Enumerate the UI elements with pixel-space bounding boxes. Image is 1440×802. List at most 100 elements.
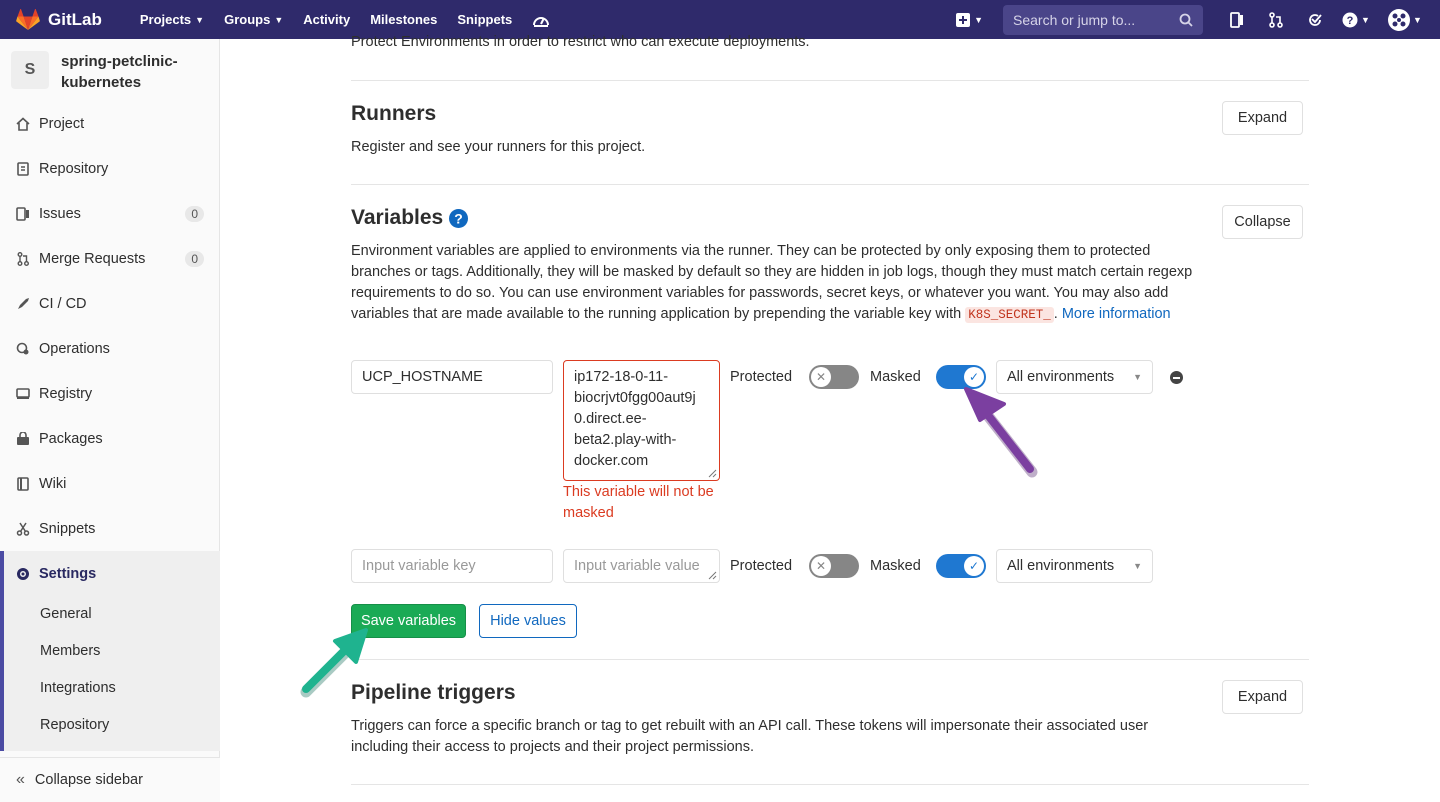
protected-label: Protected — [730, 369, 793, 385]
search-icon — [1179, 13, 1193, 27]
merge-icon — [16, 251, 30, 266]
sidebar-item-merge-requests[interactable]: Merge Requests 0 — [0, 236, 220, 281]
new-variable-key-input[interactable]: Input variable key — [351, 549, 553, 583]
sidebar-item-packages[interactable]: Packages — [0, 416, 220, 461]
settings-sub-repository[interactable]: Repository — [40, 717, 109, 733]
protected-toggle[interactable]: ✕ — [809, 365, 859, 389]
save-variables-button[interactable]: Save variables — [351, 604, 466, 638]
help-icon[interactable]: ? — [449, 208, 469, 228]
masked-toggle[interactable]: ✓ — [936, 365, 986, 389]
doc-icon — [16, 161, 30, 176]
merge-requests-count-badge: 0 — [185, 250, 204, 267]
sidebar-item-label: Repository — [39, 160, 109, 177]
chevron-down-icon: ▼ — [974, 14, 983, 25]
key-placeholder: Input variable key — [362, 558, 476, 574]
cloud-gear-icon — [16, 342, 30, 356]
hide-values-button[interactable]: Hide values — [479, 604, 577, 638]
nav-groups[interactable]: Groups ▼ — [214, 0, 293, 39]
nav-projects-label: Projects — [139, 12, 192, 27]
variable-value-textarea[interactable]: ip172-18-0-11- biocrjvt0fgg00aut9j 0.dir… — [563, 360, 720, 481]
sidebar-item-label: CI / CD — [39, 295, 87, 312]
home-icon — [16, 116, 30, 131]
value-line: biocrjvt0fgg00aut9j — [574, 390, 696, 406]
user-menu[interactable]: ▼ — [1378, 0, 1432, 39]
scissors-icon — [16, 522, 30, 536]
sidebar-item-operations[interactable]: Operations — [0, 326, 220, 371]
runners-expand-button[interactable]: Expand — [1222, 101, 1303, 135]
environment-select[interactable]: All environments ▼ — [996, 360, 1153, 394]
sidebar-item-label: Merge Requests — [39, 250, 146, 267]
variable-key-input[interactable]: UCP_HOSTNAME — [351, 360, 553, 394]
settings-sub-integrations[interactable]: Integrations — [40, 680, 116, 696]
double-chevron-left-icon: « — [16, 771, 25, 788]
sidebar-item-project[interactable]: Project — [0, 101, 220, 146]
settings-sub-members[interactable]: Members — [40, 643, 100, 659]
runners-description: Register and see your runners for this p… — [351, 139, 646, 155]
pipeline-triggers-expand-button[interactable]: Expand — [1222, 680, 1303, 714]
divider — [351, 184, 1309, 185]
sidebar-item-wiki[interactable]: Wiki — [0, 461, 220, 506]
sidebar-project-header[interactable]: S spring-petclinic-kubernetes — [0, 39, 219, 105]
book-icon — [16, 476, 30, 491]
sidebar-item-label: Project — [39, 115, 85, 132]
value-placeholder: Input variable value — [574, 558, 700, 574]
sidebar-item-ci-cd[interactable]: CI / CD — [0, 281, 220, 326]
sidebar-item-label: Issues — [39, 205, 81, 222]
sidebar-item-issues[interactable]: Issues 0 — [0, 191, 220, 236]
sidebar-item-label: Snippets — [39, 520, 96, 537]
sidebar-item-settings[interactable]: Settings — [0, 551, 220, 596]
check-icon: ✓ — [964, 367, 984, 387]
svg-text:?: ? — [1347, 15, 1354, 27]
value-line: ip172-18-0-11- — [574, 369, 669, 385]
help-dropdown[interactable]: ? ▼ — [1334, 0, 1378, 39]
resize-handle-icon[interactable] — [707, 570, 717, 580]
project-avatar: S — [11, 51, 49, 89]
plus-square-icon — [956, 12, 971, 27]
user-avatar-icon — [1388, 8, 1411, 31]
chevron-down-icon: ▼ — [195, 14, 205, 25]
environment-select[interactable]: All environments ▼ — [996, 549, 1153, 583]
variables-collapse-button[interactable]: Collapse — [1222, 205, 1303, 239]
value-line: docker.com — [574, 453, 649, 469]
chevron-down-icon: ▼ — [1413, 14, 1422, 25]
merge-request-icon[interactable] — [1256, 0, 1295, 39]
collapse-sidebar-button[interactable]: « Collapse sidebar — [0, 757, 220, 802]
mask-error-message: This variable will not be masked — [563, 484, 714, 521]
resize-handle-icon[interactable] — [707, 468, 717, 478]
masked-toggle[interactable]: ✓ — [936, 554, 986, 578]
sidebar-item-registry[interactable]: Registry — [0, 371, 220, 416]
pipeline-triggers-description: Triggers can force a specific branch or … — [351, 718, 1149, 755]
value-line: 0.direct.ee- — [574, 411, 647, 427]
masked-label: Masked — [870, 558, 921, 574]
protected-toggle[interactable]: ✕ — [809, 554, 859, 578]
rocket-icon — [16, 297, 30, 311]
sidebar-item-snippets[interactable]: Snippets — [0, 506, 220, 551]
sidebar-item-label: Operations — [39, 340, 110, 357]
more-information-link[interactable]: More information — [1062, 306, 1171, 322]
settings-sub-general[interactable]: General — [40, 606, 92, 622]
package-icon — [16, 431, 30, 446]
nav-milestones-label: Milestones — [370, 12, 438, 27]
chevron-down-icon: ▼ — [1361, 14, 1370, 25]
k8s-secret-code: K8S_SECRET_ — [965, 307, 1054, 323]
environment-value: All environments — [1007, 369, 1115, 385]
issues-icon — [16, 206, 30, 221]
chevron-down-icon: ▼ — [1133, 372, 1142, 382]
gitlab-logo[interactable]: GitLab — [16, 8, 102, 31]
gear-icon — [16, 567, 30, 581]
todo-check-icon[interactable] — [1295, 0, 1334, 39]
nav-projects[interactable]: Projects ▼ — [130, 0, 214, 39]
x-icon: ✕ — [811, 367, 831, 387]
divider — [351, 80, 1309, 81]
sidebar-item-repository[interactable]: Repository — [0, 146, 220, 191]
divider — [351, 784, 1309, 785]
new-item-dropdown[interactable]: ▼ — [956, 12, 983, 27]
project-name: spring-petclinic-kubernetes — [61, 53, 178, 91]
disk-icon — [16, 387, 30, 401]
remove-variable-icon[interactable] — [1170, 371, 1183, 384]
new-variable-value-input[interactable]: Input variable value — [563, 549, 720, 583]
purple-arrow-icon — [964, 387, 1038, 478]
brand-name: GitLab — [48, 9, 102, 29]
search-input[interactable]: Search or jump to... — [1003, 4, 1203, 35]
svg-text:?: ? — [454, 210, 463, 226]
